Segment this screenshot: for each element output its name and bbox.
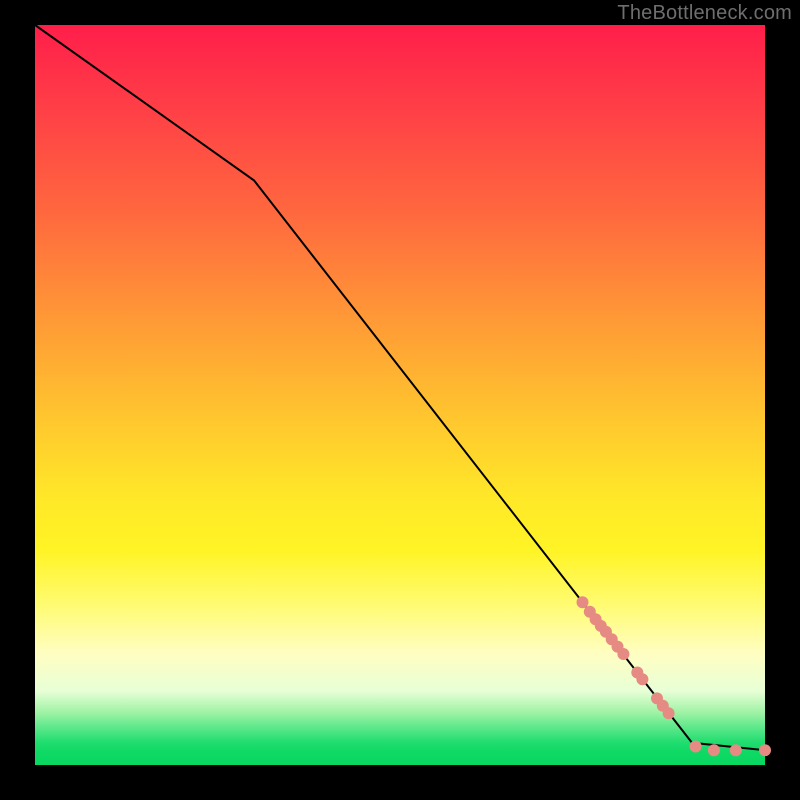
sample-point <box>730 744 742 756</box>
sample-point <box>690 741 702 753</box>
sample-point <box>708 744 720 756</box>
chart-frame: TheBottleneck.com <box>0 0 800 800</box>
bottleneck-curve <box>35 25 765 750</box>
watermark-text: TheBottleneck.com <box>617 2 792 25</box>
chart-overlay <box>35 25 765 765</box>
sample-point <box>617 648 629 660</box>
sample-point <box>636 673 648 685</box>
sample-point <box>577 596 589 608</box>
sample-point <box>759 744 771 756</box>
sample-markers <box>577 596 772 756</box>
sample-point <box>663 707 675 719</box>
